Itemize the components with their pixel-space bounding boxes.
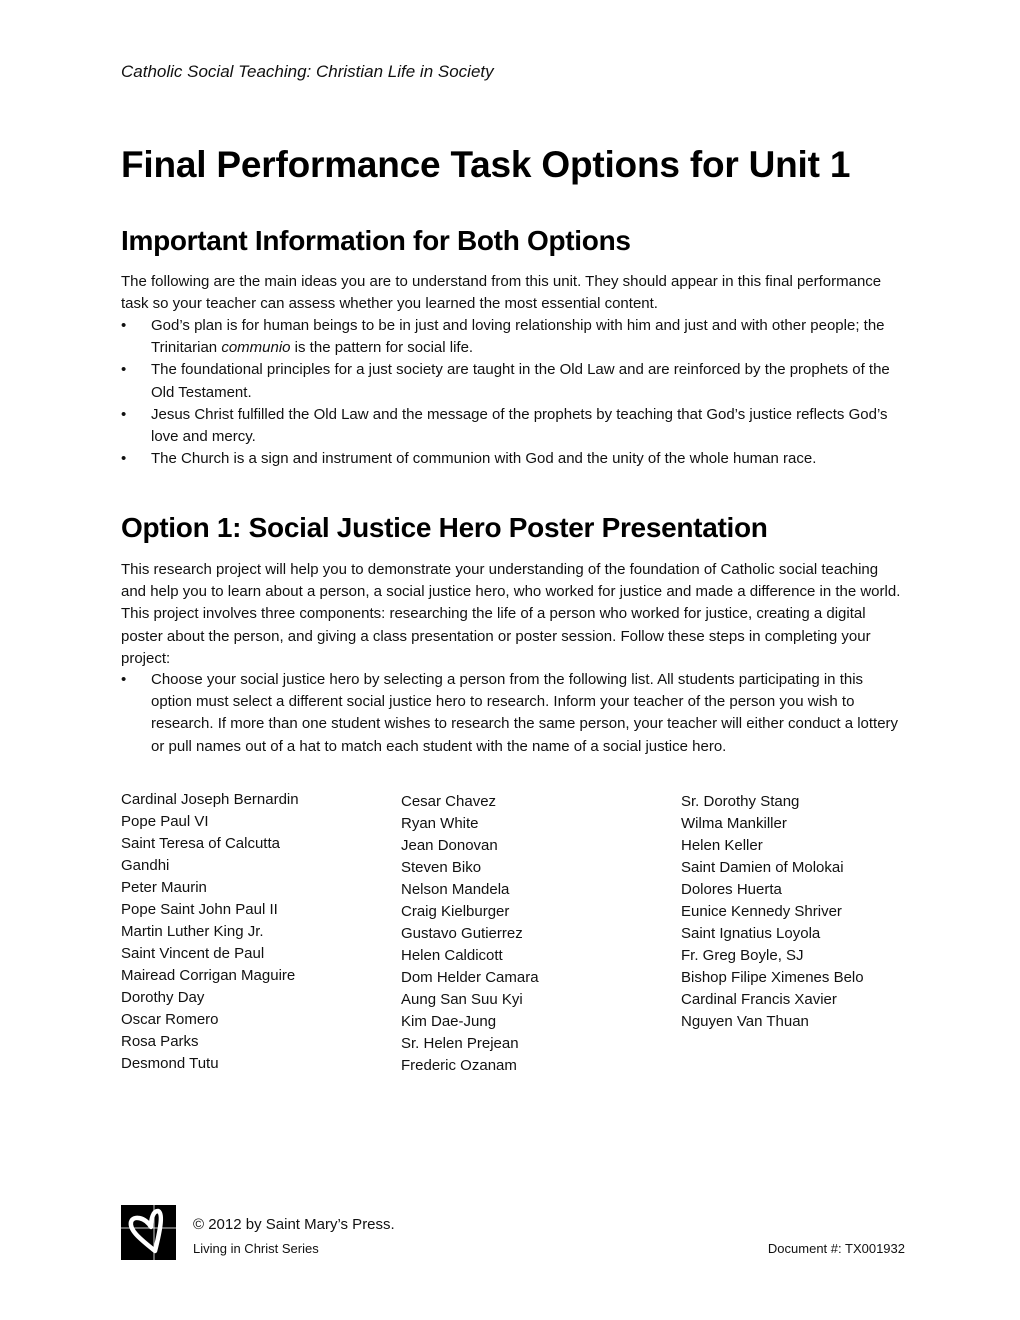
hero-name: Pope Paul VI bbox=[121, 813, 209, 830]
hero-name: Frederic Ozanam bbox=[401, 1057, 517, 1074]
document-number: Document #: TX001932 bbox=[767, 1241, 905, 1256]
hero-name: Oscar Romero bbox=[121, 1011, 219, 1028]
hero-name: Gustavo Gutierrez bbox=[401, 925, 523, 942]
hero-name: Saint Damien of Molokai bbox=[681, 859, 844, 876]
series-name: Living in Christ Series bbox=[193, 1241, 319, 1256]
bullet-icon: • bbox=[121, 671, 127, 688]
bullet-icon: • bbox=[121, 317, 127, 334]
hero-name: Aung San Suu Kyi bbox=[401, 991, 523, 1008]
hero-name: Wilma Mankiller bbox=[681, 815, 787, 832]
emphasis-communio: communio bbox=[221, 339, 291, 357]
hero-name: Dorothy Day bbox=[121, 989, 205, 1006]
page-footer: © 2012 by Saint Mary’s Press. Living in … bbox=[121, 1205, 911, 1265]
hero-name: Fr. Greg Boyle, SJ bbox=[681, 947, 804, 964]
important-info-intro: The following are the main ideas you are… bbox=[121, 273, 882, 313]
hero-name: Sr. Helen Prejean bbox=[401, 1035, 519, 1052]
hero-name-list: Cardinal Joseph Bernardin Pope Paul VI Sai… bbox=[121, 789, 911, 1077]
hero-name: Steven Biko bbox=[401, 859, 482, 876]
option1-heading: Option 1: Social Justice Hero Poster Pre… bbox=[121, 512, 768, 543]
list-item: • Jesus Christ fulfilled the Old Law and… bbox=[121, 405, 888, 446]
hero-name: Helen Keller bbox=[681, 837, 763, 854]
hero-names-column-1: Cardinal Joseph Bernardin Pope Paul VI Sai… bbox=[121, 789, 401, 1077]
hero-name: Mairead Corrigan Maguire bbox=[121, 967, 296, 984]
bullet-icon: • bbox=[121, 361, 127, 379]
heart-cross-logo-icon bbox=[121, 1205, 176, 1260]
hero-name: Ryan White bbox=[401, 815, 479, 832]
hero-name: Bishop Filipe Ximenes Belo bbox=[681, 969, 864, 986]
option1-intro: This research project will help you to d… bbox=[121, 561, 901, 667]
hero-name: Gandhi bbox=[121, 857, 170, 874]
list-item: • Choose your social justice hero by sel… bbox=[121, 671, 899, 755]
hero-name: Dom Helder Camara bbox=[401, 969, 539, 986]
hero-names-column-3: Sr. Dorothy Stang Wilma Mankiller Helen Ke… bbox=[681, 791, 911, 1077]
hero-name: Martin Luther King Jr. bbox=[121, 923, 264, 940]
hero-name: Pope Saint John Paul II bbox=[121, 901, 278, 918]
hero-name: Peter Maurin bbox=[121, 879, 207, 896]
bullet-icon: • bbox=[121, 450, 127, 468]
hero-name: Cardinal Francis Xavier bbox=[681, 991, 837, 1008]
hero-name: Cardinal Joseph Bernardin bbox=[121, 791, 299, 808]
hero-name: Craig Kielburger bbox=[401, 903, 510, 920]
hero-name: Cesar Chavez bbox=[401, 793, 497, 810]
important-info-heading: Important Information for Both Options bbox=[121, 225, 631, 256]
copyright-text: © 2012 by Saint Mary’s Press. bbox=[193, 1216, 395, 1233]
hero-name: Desmond Tutu bbox=[121, 1055, 219, 1072]
hero-name: Saint Vincent de Paul bbox=[121, 945, 265, 962]
running-head: Catholic Social Teaching: Christian Life… bbox=[121, 62, 494, 81]
main-ideas-list: • God’s plan is for human beings to be i… bbox=[121, 315, 906, 470]
hero-name: Saint Ignatius Loyola bbox=[681, 925, 821, 942]
hero-name: Eunice Kennedy Shriver bbox=[681, 903, 842, 920]
hero-name: Sr. Dorothy Stang bbox=[681, 793, 800, 810]
hero-name: Helen Caldicott bbox=[401, 947, 503, 964]
list-item: • The foundational principles for a just… bbox=[121, 361, 890, 401]
option1-steps-list: • Choose your social justice hero by sel… bbox=[121, 669, 906, 758]
page-title: Final Performance Task Options for Unit … bbox=[121, 144, 851, 185]
hero-name: Jean Donovan bbox=[401, 837, 498, 854]
list-item: • God’s plan is for human beings to be i… bbox=[121, 317, 885, 357]
hero-name: Nguyen Van Thuan bbox=[681, 1013, 809, 1030]
bullet-icon: • bbox=[121, 405, 127, 423]
hero-name: Saint Teresa of Calcutta bbox=[121, 835, 280, 852]
hero-name: Dolores Huerta bbox=[681, 881, 782, 898]
hero-name: Nelson Mandela bbox=[401, 881, 510, 898]
list-item: • The Church is a sign and instrument of… bbox=[121, 448, 906, 470]
hero-names-column-2: Cesar Chavez Ryan White Jean Donovan Steven… bbox=[401, 791, 681, 1077]
hero-name: Kim Dae-Jung bbox=[401, 1013, 497, 1030]
hero-name: Rosa Parks bbox=[121, 1033, 199, 1050]
